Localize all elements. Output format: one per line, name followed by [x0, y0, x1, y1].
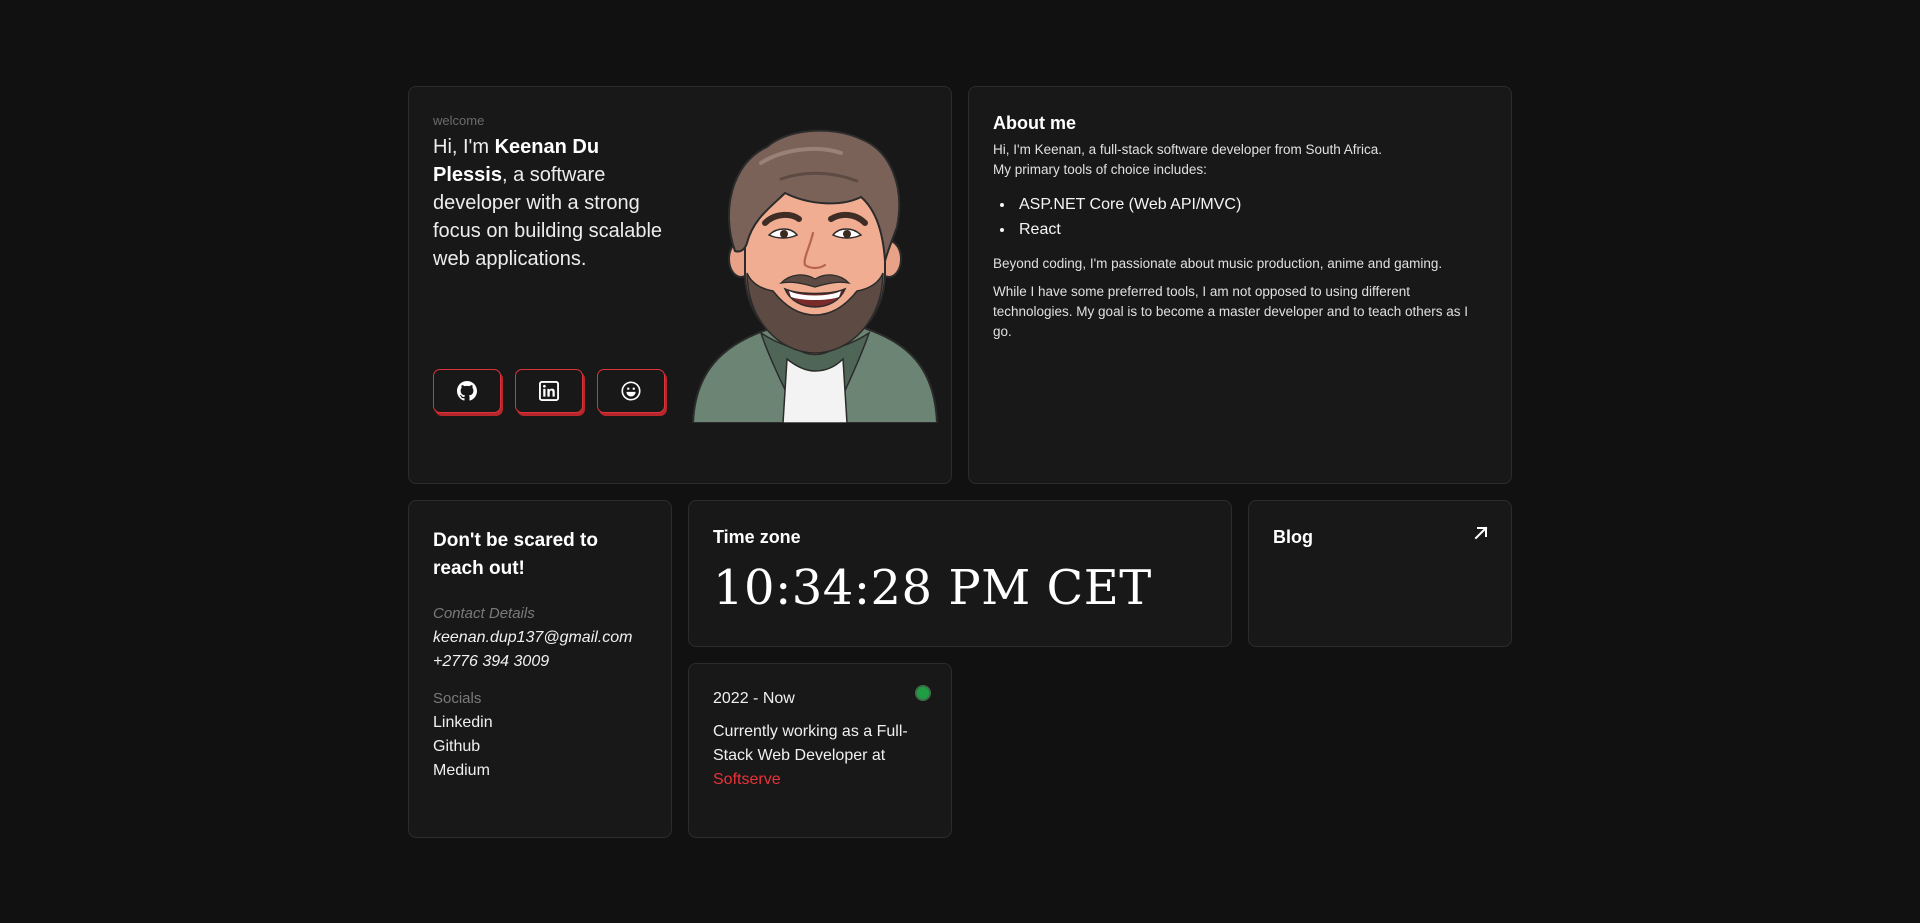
blog-title: Blog [1273, 527, 1313, 547]
tools-list: ASP.NET Core (Web API/MVC) React [1015, 192, 1487, 242]
social-link-linkedin[interactable]: Linkedin [433, 711, 647, 735]
about-passions: Beyond coding, I'm passionate about musi… [993, 256, 1443, 271]
tool-item: React [1015, 217, 1487, 242]
linkedin-icon [539, 381, 559, 401]
contact-phone[interactable]: +2776 394 3009 [433, 650, 647, 674]
timezone-title: Time zone [713, 527, 801, 547]
welcome-label: welcome [433, 113, 485, 128]
about-title: About me [993, 113, 1076, 133]
arrow-up-right-icon [1474, 526, 1488, 540]
about-card: About me Hi, I'm Keenan, a full-stack so… [968, 86, 1512, 484]
about-intro-line: Hi, I'm Keenan, a full-stack software de… [993, 142, 1383, 157]
medium-button[interactable] [597, 369, 665, 413]
social-buttons [433, 369, 665, 413]
socials-label: Socials [433, 690, 482, 707]
linkedin-button[interactable] [515, 369, 583, 413]
github-button[interactable] [433, 369, 501, 413]
contact-details-label: Contact Details [433, 605, 535, 622]
job-dates: 2022 - Now [713, 690, 795, 707]
company-link[interactable]: Softserve [713, 771, 781, 788]
contact-email[interactable]: keenan.dup137@gmail.com [433, 626, 647, 650]
job-card: 2022 - Now Currently working as a Full-S… [688, 663, 952, 838]
avatar-illustration [691, 129, 939, 423]
medium-icon [621, 381, 641, 401]
intro-card: welcome Hi, I'm Keenan Du Plessis, a sof… [408, 86, 952, 484]
about-tools-line: My primary tools of choice includes: [993, 162, 1207, 177]
contact-card: Don't be scared to reach out! Contact De… [408, 500, 672, 838]
clock-display: 10:34:28 PM CET [713, 560, 1152, 616]
social-link-github[interactable]: Github [433, 735, 647, 759]
about-goals: While I have some preferred tools, I am … [993, 284, 1469, 339]
github-icon [457, 381, 477, 401]
status-indicator [915, 685, 931, 701]
job-description: Currently working as a Full-Stack Web De… [713, 720, 927, 792]
greeting: Hi, I'm [433, 136, 490, 158]
job-role-text: Currently working as a Full-Stack Web De… [713, 723, 908, 764]
intro-text: Hi, I'm Keenan Du Plessis, a software de… [433, 133, 673, 273]
social-link-medium[interactable]: Medium [433, 759, 647, 783]
blog-card[interactable]: Blog [1248, 500, 1512, 647]
timezone-card: Time zone 10:34:28 PM CET [688, 500, 1232, 647]
tool-item: ASP.NET Core (Web API/MVC) [1015, 192, 1487, 217]
contact-title: Don't be scared to reach out! [433, 530, 598, 579]
